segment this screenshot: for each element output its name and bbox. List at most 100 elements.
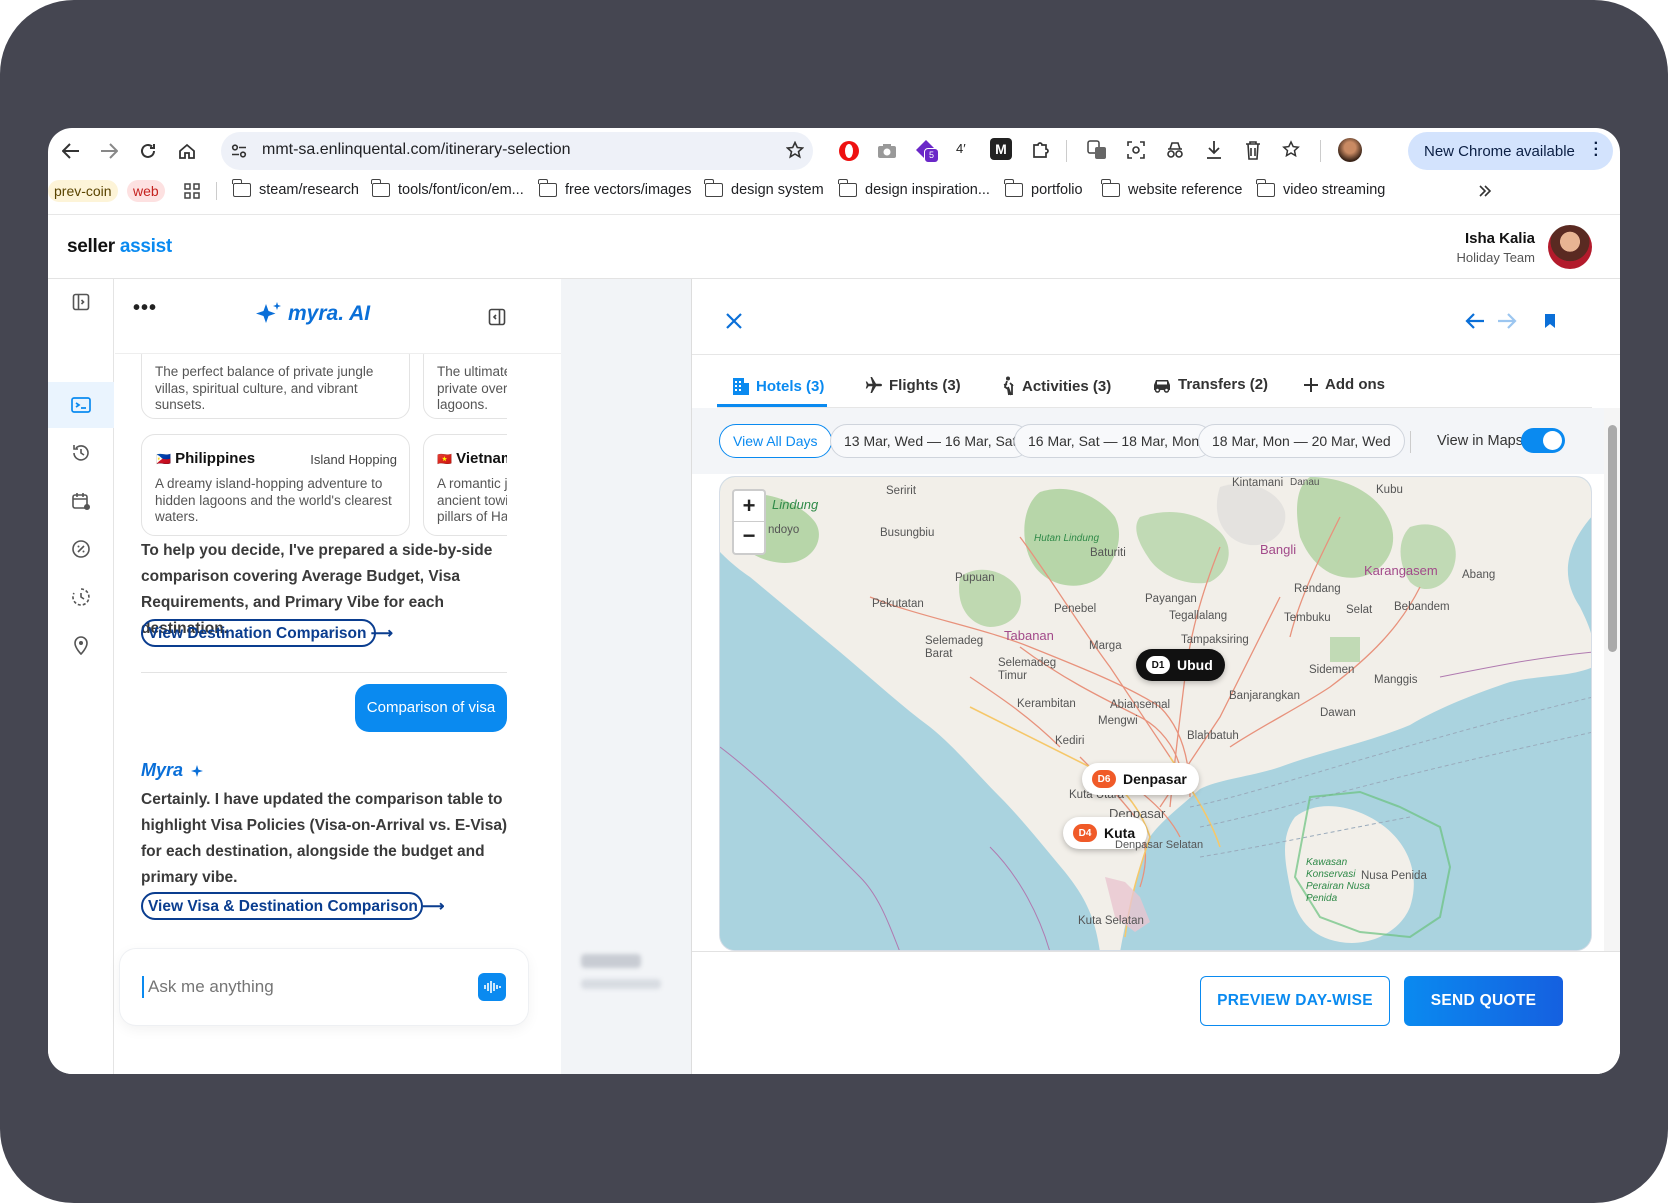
map-label: Tembuku: [1284, 612, 1331, 624]
reload-icon[interactable]: [133, 136, 163, 166]
medium-extension-icon[interactable]: M: [990, 138, 1012, 160]
map-label: Abang: [1462, 569, 1496, 581]
view-in-maps-toggle[interactable]: [1521, 428, 1565, 453]
bookmark-folder[interactable]: video streaming: [1256, 179, 1386, 198]
back-arrow-icon[interactable]: [1460, 306, 1490, 336]
download-icon[interactable]: [1201, 137, 1227, 163]
incognito-icon[interactable]: [1162, 137, 1188, 163]
favorites-icon[interactable]: [1279, 137, 1305, 163]
zoom-out-button[interactable]: −: [734, 522, 764, 553]
extension-4-icon[interactable]: 4′: [956, 141, 966, 156]
tab-transfers[interactable]: Transfers (2): [1152, 376, 1268, 393]
brand-logo[interactable]: seller assist: [67, 236, 172, 258]
puzzle-icon[interactable]: [1028, 137, 1054, 163]
blurred-text: [581, 954, 641, 968]
bookmark-folder[interactable]: tools/font/icon/em...: [371, 179, 524, 198]
map-label: Busungbiu: [880, 527, 935, 539]
bookmark-chip-prev-coin[interactable]: prev-coin: [48, 180, 118, 202]
bali-map: [720, 477, 1591, 950]
sparkle-icon: [191, 764, 204, 777]
bookmark-icon[interactable]: [1535, 306, 1565, 336]
destination-card[interactable]: 🇻🇳 Vietnam A romantic j ancient towi pil…: [423, 434, 507, 536]
view-destination-comparison-button[interactable]: View Destination Comparison ⟶: [141, 619, 393, 647]
forward-arrow-icon[interactable]: [1492, 306, 1522, 336]
map-label: Kubu: [1376, 484, 1403, 496]
lens-icon[interactable]: [1123, 137, 1149, 163]
destination-card[interactable]: The perfect balance of private jungle vi…: [141, 354, 410, 419]
day-pill-all[interactable]: View All Days: [719, 424, 832, 458]
discount-icon[interactable]: [64, 532, 98, 566]
scrollbar-thumb[interactable]: [1608, 425, 1617, 652]
view-visa-comparison-button[interactable]: View Visa & Destination Comparison ⟶: [141, 892, 444, 920]
pin-name: Ubud: [1177, 657, 1213, 673]
tab-hotels[interactable]: Hotels (3): [732, 376, 824, 396]
forward-icon[interactable]: [94, 136, 124, 166]
map-pin-denpasar[interactable]: D6 Denpasar: [1082, 763, 1199, 795]
opera-extension-icon[interactable]: [836, 138, 862, 164]
bookmark-folder[interactable]: steam/research: [232, 179, 359, 198]
bookmark-label: website reference: [1128, 182, 1243, 198]
profile-avatar[interactable]: [1338, 138, 1362, 162]
chat-console-icon[interactable]: [64, 388, 98, 422]
calendar-icon[interactable]: [64, 484, 98, 518]
zoom-in-button[interactable]: +: [734, 491, 764, 522]
sidebar-toggle-icon[interactable]: [64, 285, 98, 319]
back-icon[interactable]: [56, 136, 86, 166]
bookmark-folder[interactable]: website reference: [1101, 179, 1243, 198]
map-view[interactable]: Lindung ndoyo Seririt Busungbiu Hutan Li…: [719, 476, 1592, 951]
bookmark-star-icon[interactable]: [783, 138, 807, 162]
timer-icon[interactable]: [64, 580, 98, 614]
location-icon[interactable]: [64, 628, 98, 662]
browser-window: mmt-sa.enlinquental.com/itinerary-select…: [48, 128, 1620, 1074]
bookmark-folder[interactable]: design inspiration...: [838, 179, 990, 198]
pin-day-badge: D1: [1146, 656, 1170, 674]
bookmark-label: free vectors/images: [565, 182, 692, 198]
new-chrome-button[interactable]: New Chrome available · · ·: [1408, 132, 1613, 170]
history-icon[interactable]: [64, 436, 98, 470]
day-pill[interactable]: 13 Mar, Wed — 16 Mar, Sat: [830, 424, 1031, 458]
map-pin-ubud[interactable]: D1 Ubud: [1136, 649, 1225, 681]
destination-card[interactable]: 🇵🇭 Philippines Island Hopping A dreamy i…: [141, 434, 410, 536]
chevron-double-right-icon[interactable]: [1474, 180, 1496, 202]
more-options-icon[interactable]: •••: [133, 297, 157, 320]
pill-divider: [1410, 431, 1411, 453]
ask-input[interactable]: [148, 974, 468, 1000]
new-chrome-label: New Chrome available: [1424, 143, 1575, 160]
trash-icon[interactable]: [1240, 137, 1266, 163]
translate-icon[interactable]: [1084, 137, 1110, 163]
folder-icon: [838, 179, 857, 197]
tab-activities[interactable]: Activities (3): [1000, 376, 1111, 396]
camera-extension-icon[interactable]: [874, 138, 900, 164]
send-quote-button[interactable]: SEND QUOTE: [1404, 976, 1563, 1026]
destination-card[interactable]: The ultimate private over lagoons.: [423, 354, 507, 419]
scrollbar-track[interactable]: [1604, 408, 1620, 951]
card-description: A dreamy island-hopping adventure to hid…: [155, 476, 392, 524]
pin-day-badge: D6: [1092, 770, 1116, 788]
close-icon[interactable]: [719, 306, 749, 336]
site-info-icon[interactable]: [228, 140, 250, 162]
bookmark-folder[interactable]: portfolio: [1004, 179, 1083, 198]
day-pill[interactable]: 16 Mar, Sat — 18 Mar, Mon: [1014, 424, 1214, 458]
tab-flights[interactable]: Flights (3): [865, 376, 961, 394]
bookmark-chip-web[interactable]: web: [127, 180, 165, 202]
bookmark-label: portfolio: [1031, 182, 1083, 198]
bookmark-folder[interactable]: free vectors/images: [538, 179, 692, 198]
folder-icon: [1256, 179, 1275, 197]
home-icon[interactable]: [172, 136, 202, 166]
bookmark-label: video streaming: [1283, 182, 1386, 198]
chat-input-box[interactable]: [120, 949, 528, 1025]
bookmark-label: steam/research: [259, 182, 359, 198]
bookmark-folder[interactable]: design system: [704, 179, 824, 198]
kebab-menu-icon[interactable]: · · ·: [1594, 136, 1599, 164]
apps-grid-icon[interactable]: [181, 180, 203, 202]
day-pill[interactable]: 18 Mar, Mon — 20 Mar, Wed: [1198, 424, 1405, 458]
toolbar-divider: [1320, 140, 1321, 162]
tab-add-ons[interactable]: Add ons: [1303, 376, 1385, 393]
collapse-panel-icon[interactable]: [483, 303, 511, 331]
myra-title-text: myra. AI: [288, 302, 371, 325]
user-avatar[interactable]: [1548, 225, 1592, 269]
preview-day-wise-button[interactable]: PREVIEW DAY-WISE: [1200, 976, 1390, 1026]
left-rail: [48, 279, 114, 1074]
voice-input-icon[interactable]: [478, 973, 506, 1001]
map-label: Banjarangkan: [1229, 690, 1300, 702]
